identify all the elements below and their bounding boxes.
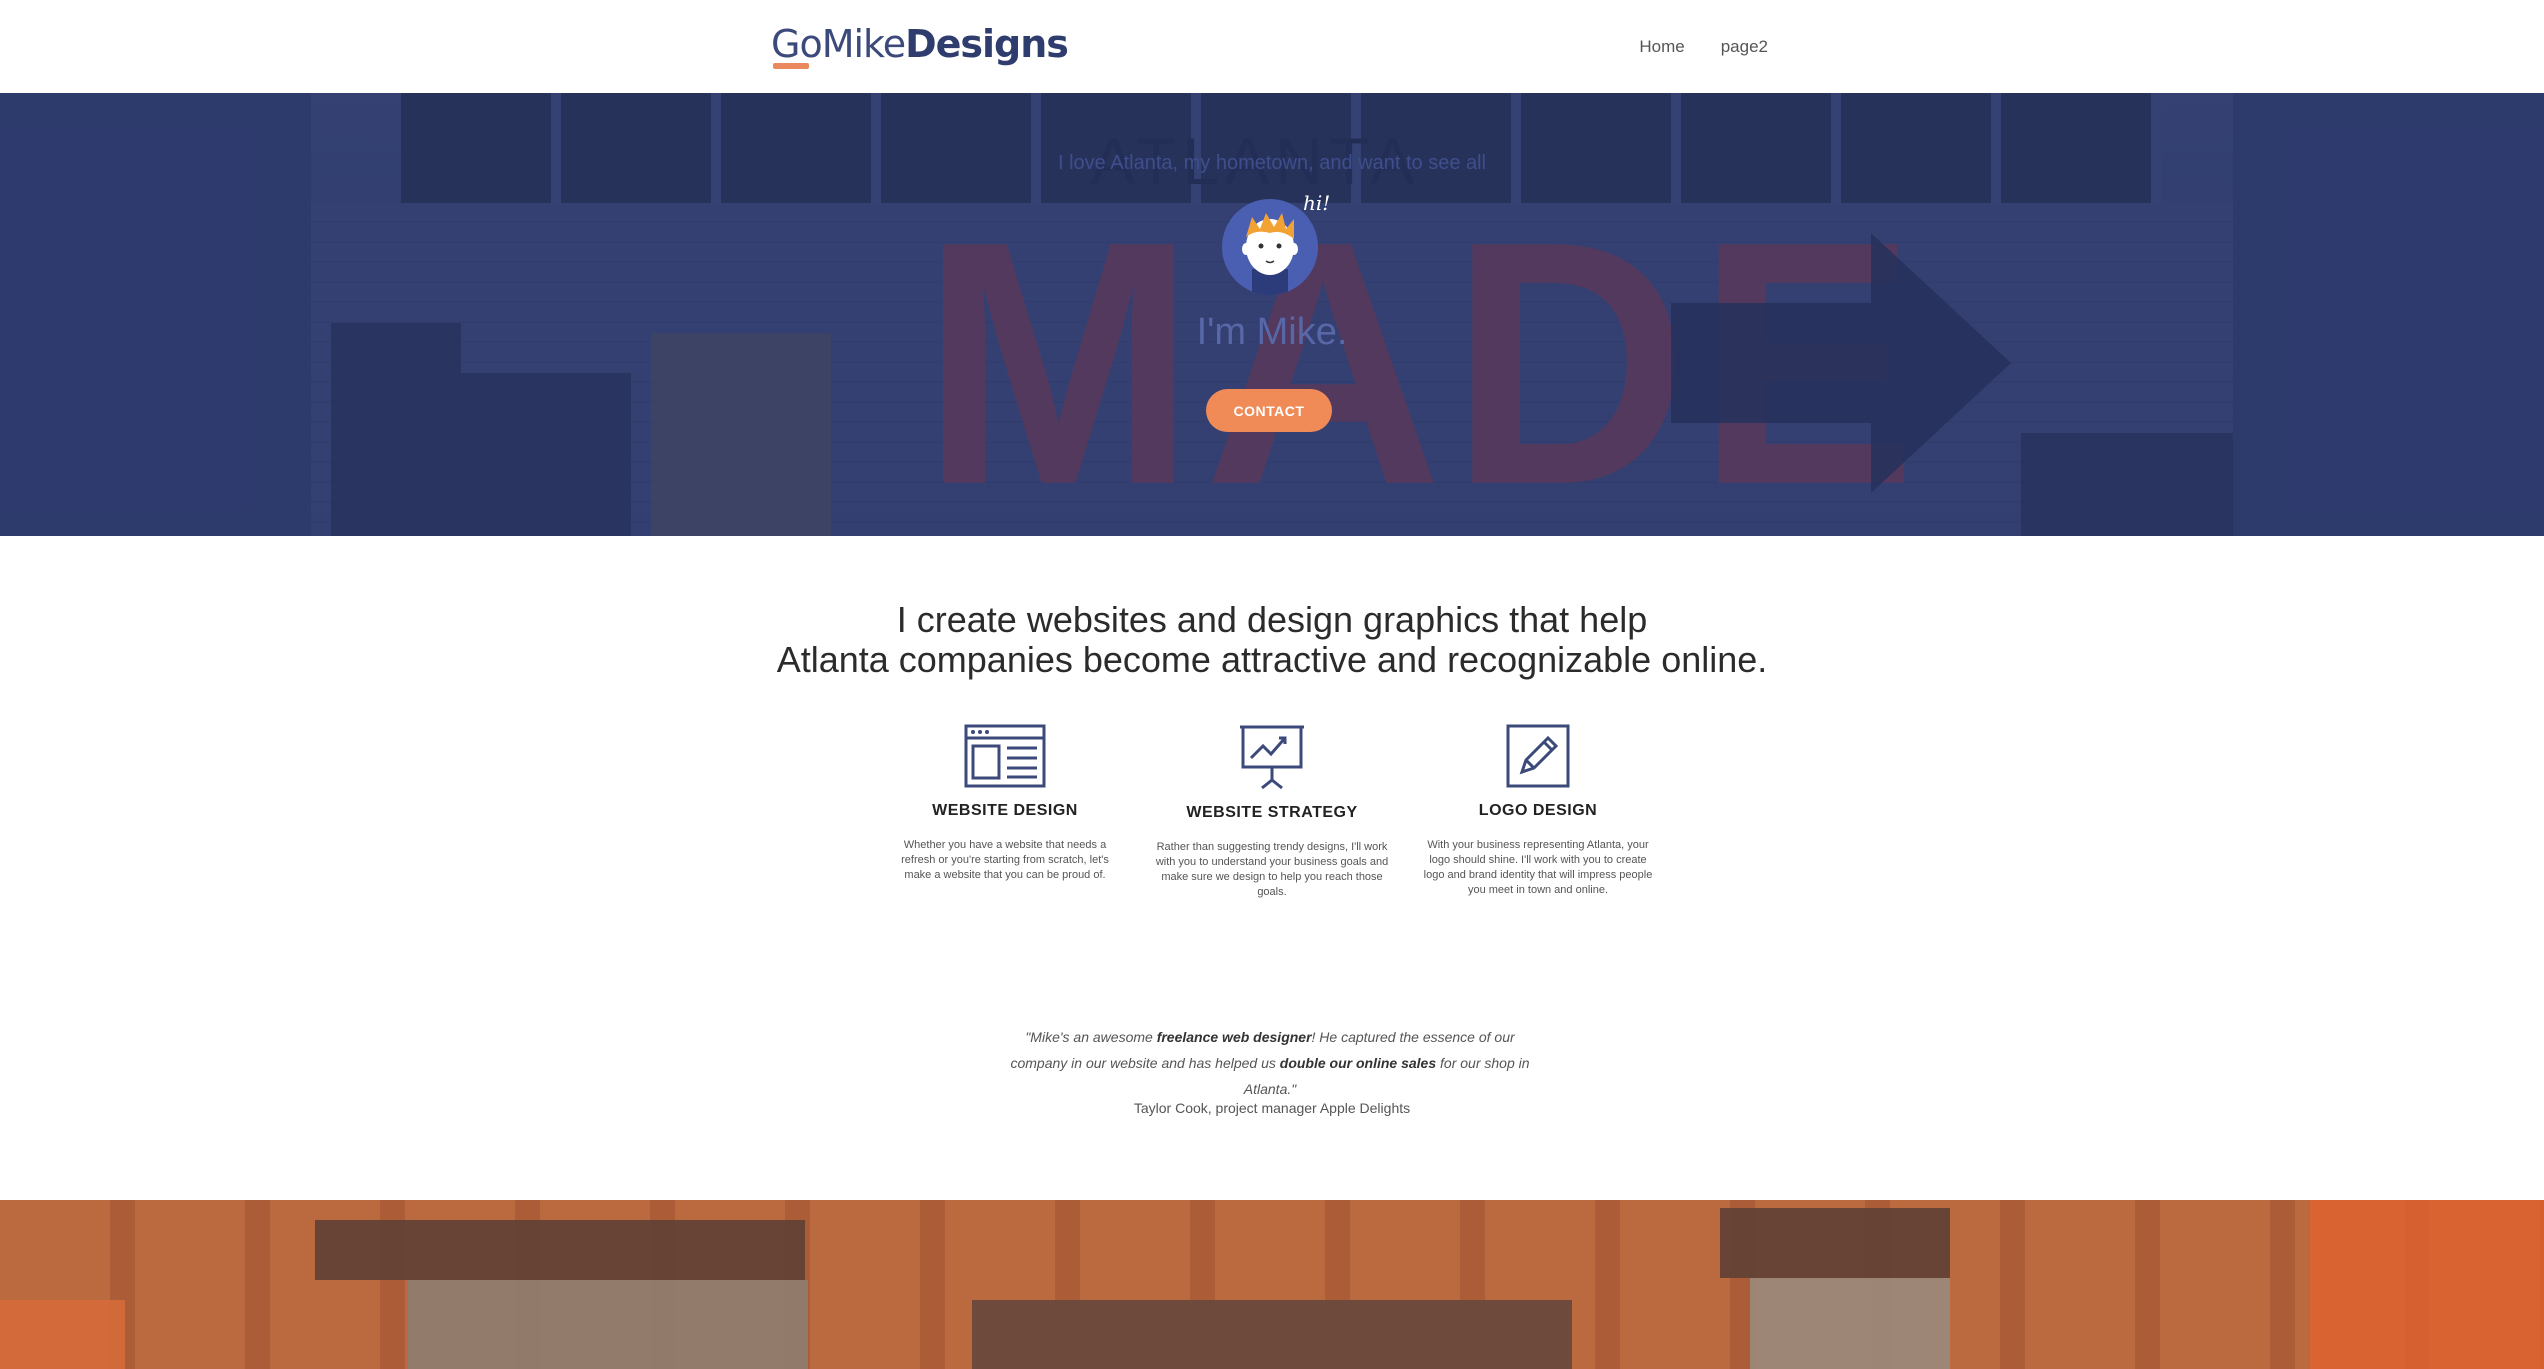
intro-heading: I create websites and design graphics th…: [0, 600, 2544, 680]
site-header: Go Mike Designs Home page2: [0, 0, 2544, 93]
contact-button[interactable]: CONTACT: [1206, 389, 1332, 432]
logo-underline: [773, 63, 809, 69]
pencil-icon: [1506, 724, 1570, 788]
service-description: Whether you have a website that needs a …: [901, 839, 1109, 881]
logo-mike: Mike: [821, 22, 906, 66]
photo-box: [315, 1220, 805, 1280]
intro-line-1: I create websites and design graphics th…: [896, 599, 1648, 640]
service-description: With your business representing Atlanta,…: [1423, 839, 1653, 896]
nav-page2-link[interactable]: page2: [1721, 37, 1768, 57]
service-title: WEBSITE STRATEGY: [1186, 804, 1358, 821]
logo[interactable]: Go Mike Designs: [771, 22, 1069, 72]
testimonial-quote: "Mike's an awesome freelance web designe…: [1002, 1024, 1538, 1102]
service-logo-design: LOGO DESIGN With your business represent…: [1418, 724, 1658, 898]
testimonial-text: "Mike's an awesome: [1025, 1029, 1157, 1045]
service-website-design: WEBSITE DESIGN Whether you have a websit…: [885, 724, 1125, 883]
service-description: Rather than suggesting trendy designs, I…: [1155, 841, 1389, 898]
service-title: LOGO DESIGN: [1478, 802, 1598, 819]
website-layout-icon: [964, 724, 1046, 788]
logo-go: Go: [771, 22, 823, 66]
photo-box: [1720, 1208, 1950, 1278]
logo-designs: Designs: [905, 22, 1069, 66]
testimonial-author: Taylor Cook, project manager Apple Delig…: [1133, 1100, 1411, 1116]
testimonial-highlight: freelance web designer: [1156, 1029, 1312, 1045]
photo-box: [1750, 1278, 1950, 1369]
hero-title: I'm Mike.: [1196, 311, 1348, 353]
service-title: WEBSITE DESIGN: [932, 802, 1078, 819]
nav-home-link[interactable]: Home: [1639, 37, 1684, 57]
presentation-chart-icon: [1240, 725, 1304, 790]
bottom-intro-text: I love Atlanta, my hometown, and want to…: [1057, 152, 1487, 174]
bottom-photo-band: [0, 1200, 2544, 1369]
photo-box: [2310, 1200, 2544, 1369]
intro-line-2: Atlanta companies become attractive and …: [776, 639, 1768, 680]
bottom-text-card: [972, 1300, 1572, 1369]
photo-box: [408, 1280, 808, 1369]
photo-box: [0, 1300, 125, 1369]
main-nav: Home page2: [1639, 37, 1768, 57]
service-website-strategy: WEBSITE STRATEGY Rather than suggesting …: [1152, 724, 1392, 900]
hi-speech-text: hi!: [1303, 191, 1331, 215]
testimonial-highlight: double our online sales: [1279, 1055, 1437, 1071]
